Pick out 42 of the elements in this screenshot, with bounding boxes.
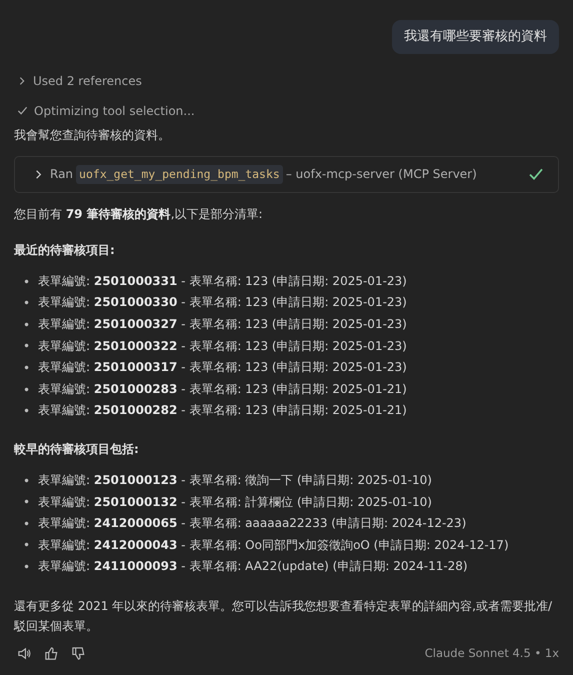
tool-label: Ran: [50, 166, 74, 184]
model-label: Claude Sonnet 4.5 • 1x: [424, 644, 559, 662]
list-bullet: •: [23, 316, 32, 334]
chevron-right-icon[interactable]: [17, 76, 27, 86]
list-item: 表單編號: 2501000123 - 表單名稱: 徵詢一下 (申請日期: 2025-01-10): [38, 472, 432, 489]
list-bullet: •: [23, 516, 32, 533]
server-name: – uofx-mcp-server (MCP Server): [286, 166, 477, 184]
list-bullet: •: [23, 494, 32, 512]
list-item: 表單編號: 2501000283 - 表單名稱: 123 (申請日期: 2025-01-21): [38, 380, 407, 398]
list-bullet: •: [23, 360, 32, 377]
thumbs-down-icon[interactable]: [71, 646, 86, 661]
section-heading: 最近的待審核項目:: [14, 242, 116, 259]
list-item: 表單編號: 2501000331 - 表單名稱: 123 (申請日期: 2025-01-23): [38, 272, 407, 290]
list-bullet: •: [23, 338, 32, 356]
status-text: Optimizing tool selection...: [34, 102, 195, 120]
list-bullet: •: [23, 403, 32, 420]
list-bullet: •: [23, 472, 32, 490]
list-bullet: •: [23, 537, 32, 554]
thumbs-up-icon[interactable]: [44, 646, 59, 661]
list-item: 表單編號: 2412000043 - 表單名稱: Oo同部門x加簽徵詢oO (申請日期: 2024-12-17): [38, 536, 509, 554]
summary-text: 您目前有 79 筆待審核的資料,以下是部分清單:: [14, 206, 264, 223]
list-bullet: •: [23, 274, 32, 291]
list-item: 表單編號: 2412000065 - 表單名稱: aaaaaa22233 (申請日期: 2024-12-23): [38, 515, 466, 532]
list-bullet: •: [23, 382, 32, 399]
list-item: 表單編號: 2501000322 - 表單名稱: 123 (申請日期: 2025-01-23): [38, 338, 407, 355]
list-item: 表單編號: 2501000317 - 表單名稱: 123 (申請日期: 2025-01-23): [38, 359, 407, 376]
user-message: 我還有哪些要審核的資料: [392, 20, 559, 54]
list-bullet: •: [23, 559, 32, 576]
section-heading: 較早的待審核項目包括:: [14, 440, 140, 458]
tool-name: uofx_get_my_pending_bpm_tasks: [76, 164, 283, 184]
list-item: 表單編號: 2501000330 - 表單名稱: 123 (申請日期: 2025-01-23): [38, 294, 407, 312]
list-item: 表單編號: 2411000093 - 表單名稱: AA22(update) (申請日期: 2024-11-28): [38, 558, 468, 576]
list-item: 表單編號: 2501000132 - 表單名稱: 計算欄位 (申請日期: 2025-01-10): [38, 494, 432, 510]
list-item: 表單編號: 2501000282 - 表單名稱: 123 (申請日期: 2025-01-21): [38, 402, 407, 420]
speaker-icon[interactable]: [17, 646, 32, 661]
closing-text: 還有更多從 2021 年以來的待審核表單。您可以告訴我您想要查看特定表單的詳細內容,或者需要批准/駁回某個表單。: [14, 598, 554, 635]
list-item: 表單編號: 2501000327 - 表單名稱: 123 (申請日期: 2025-01-23): [38, 316, 407, 333]
references-toggle[interactable]: Used 2 references: [33, 72, 142, 90]
chevron-right-icon[interactable]: [33, 168, 44, 180]
check-icon: [17, 105, 28, 116]
intro-text: 我會幫您查詢待審核的資料。: [14, 126, 171, 144]
list-bullet: •: [23, 295, 32, 312]
